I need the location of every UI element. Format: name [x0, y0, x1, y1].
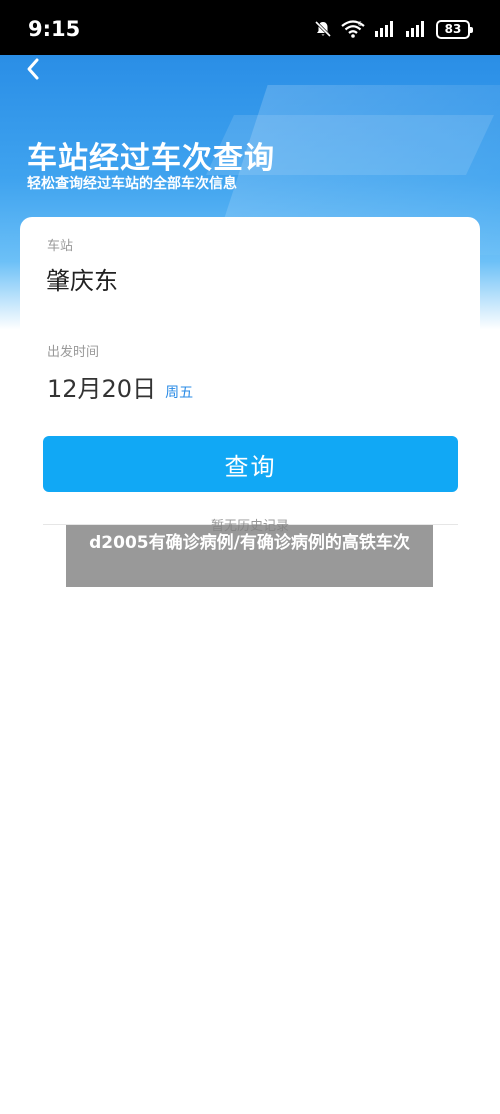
status-bar: 9:15 6 83: [0, 0, 500, 55]
date-value: 12月20日: [47, 375, 157, 403]
signal-icon: [375, 21, 393, 37]
station-field[interactable]: 肇庆东: [46, 261, 118, 296]
signal-icon: [406, 21, 424, 37]
query-card: 车站 肇庆东 出发时间 12月20日 周五 查询 暂无历史记录: [20, 217, 480, 547]
weekday-label: 周五: [165, 385, 194, 401]
battery-level: 83: [444, 22, 462, 36]
page-title: 车站经过车次查询: [27, 141, 275, 176]
mute-icon: [314, 20, 332, 38]
query-button[interactable]: 查询: [43, 436, 458, 492]
status-time: 9:15: [28, 17, 81, 41]
battery-icon: 83: [436, 19, 473, 39]
back-arrow-icon[interactable]: [22, 57, 46, 81]
date-field[interactable]: 12月20日 周五: [47, 369, 193, 404]
page-subtitle: 轻松查询经过车站的全部车次信息: [27, 176, 237, 192]
watermark-overlay: d2005有确诊病例/有确诊病例的高铁车次: [66, 525, 433, 587]
station-label: 车站: [47, 239, 74, 254]
status-icons: 6 83: [314, 18, 473, 40]
wifi-6-icon: 6: [341, 20, 365, 38]
date-label: 出发时间: [47, 345, 100, 360]
svg-text:6: 6: [358, 21, 362, 28]
